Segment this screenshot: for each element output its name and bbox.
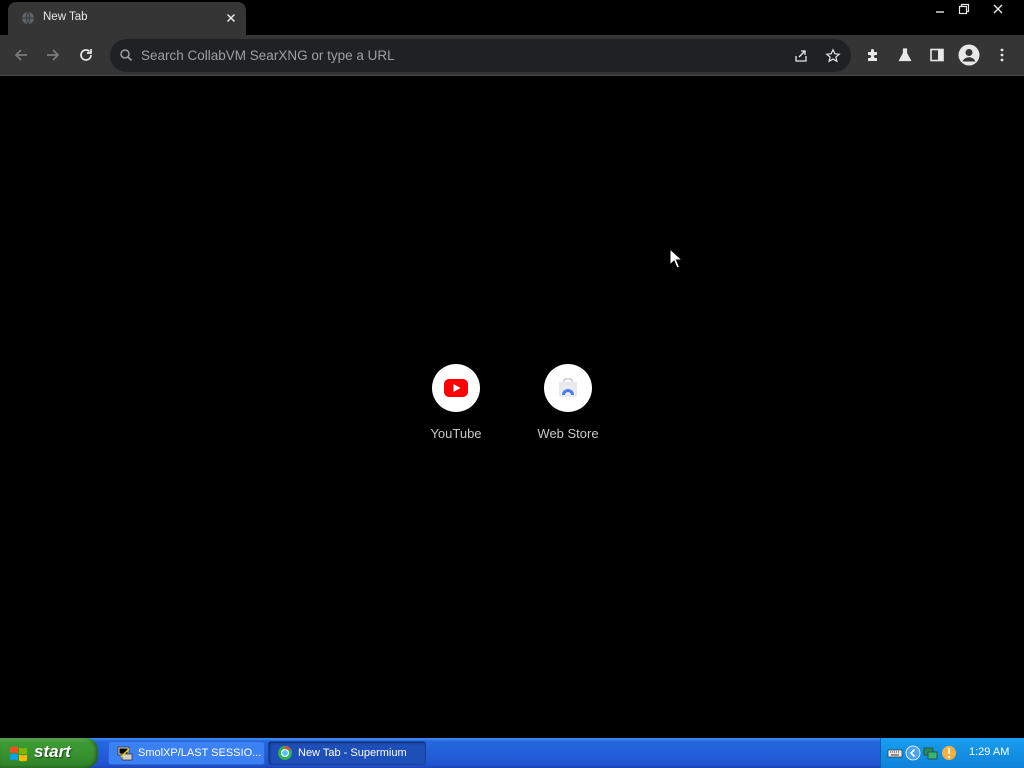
taskbar-item-putty[interactable]: SmolXP/LAST SESSIO... [108, 741, 265, 765]
share-icon [795, 50, 807, 62]
bookmark-button[interactable] [819, 42, 847, 70]
back-arrow-icon [14, 49, 27, 61]
restore-icon [958, 3, 970, 15]
flask-icon [898, 48, 912, 62]
puzzle-icon [868, 49, 877, 61]
taskbar: start SmolXP/LAST SESSIO... New Tab - Su… [0, 738, 1024, 768]
system-tray: 1:29 AM [880, 738, 1024, 768]
more-menu-icon [1000, 48, 1004, 62]
browser-icon [278, 746, 292, 760]
extensions-button[interactable] [859, 41, 887, 69]
network-icon[interactable] [923, 745, 939, 761]
close-icon [226, 13, 236, 23]
shortcut-label: Web Store [537, 426, 599, 441]
new-tab-page: YouTube Web Store [0, 77, 1024, 738]
tab-title: New Tab [43, 11, 88, 23]
tab-new-tab[interactable]: New Tab [8, 2, 246, 35]
youtube-icon [444, 379, 468, 397]
star-icon [825, 48, 841, 63]
clock[interactable]: 1:29 AM [969, 746, 1009, 758]
browser-toolbar: Search CollabVM SearXNG or type a URL [0, 35, 1024, 76]
webstore-icon [559, 378, 577, 397]
start-button[interactable]: start [0, 738, 98, 768]
browser-titlebar: New Tab [0, 0, 1024, 35]
address-bar[interactable]: Search CollabVM SearXNG or type a URL [110, 39, 851, 72]
shortcut-icon-circle [432, 364, 480, 412]
window-close-button[interactable] [980, 0, 1016, 18]
start-label: start [34, 742, 71, 761]
address-bar-placeholder: Search CollabVM SearXNG or type a URL [141, 48, 395, 63]
globe-icon [22, 11, 34, 25]
profile-button[interactable] [955, 41, 983, 69]
taskbar-item-supermium[interactable]: New Tab - Supermium [268, 741, 426, 765]
side-panel-button[interactable] [923, 41, 951, 69]
back-button[interactable] [7, 41, 35, 69]
forward-arrow-icon [47, 49, 60, 61]
shortcut-youtube[interactable]: YouTube [408, 363, 504, 463]
searx-icon [120, 49, 133, 62]
more-menu-button[interactable] [988, 41, 1016, 69]
forward-button[interactable] [39, 41, 67, 69]
profile-icon [958, 44, 980, 66]
taskbar-item-label: SmolXP/LAST SESSIO... [138, 747, 262, 759]
taskbar-item-label: New Tab - Supermium [298, 747, 407, 759]
minimize-icon [936, 11, 944, 13]
restore-button[interactable] [952, 0, 976, 18]
putty-icon [117, 746, 133, 761]
side-panel-icon [930, 48, 944, 62]
reload-button[interactable] [72, 41, 100, 69]
shortcut-icon-circle [544, 364, 592, 412]
tab-close-button[interactable] [223, 10, 239, 26]
windows-logo-icon [10, 746, 27, 762]
mouse-cursor-icon [669, 248, 683, 269]
shortcut-label: YouTube [430, 426, 482, 441]
reload-icon [80, 49, 92, 61]
share-button[interactable] [787, 42, 815, 70]
close-icon [993, 4, 1003, 14]
security-shield-icon[interactable] [941, 745, 957, 761]
keyboard-icon[interactable] [887, 745, 903, 761]
labs-button[interactable] [891, 41, 919, 69]
chevron-left-icon[interactable] [905, 745, 921, 761]
shortcut-web-store[interactable]: Web Store [520, 363, 616, 463]
minimize-button[interactable] [928, 0, 952, 18]
